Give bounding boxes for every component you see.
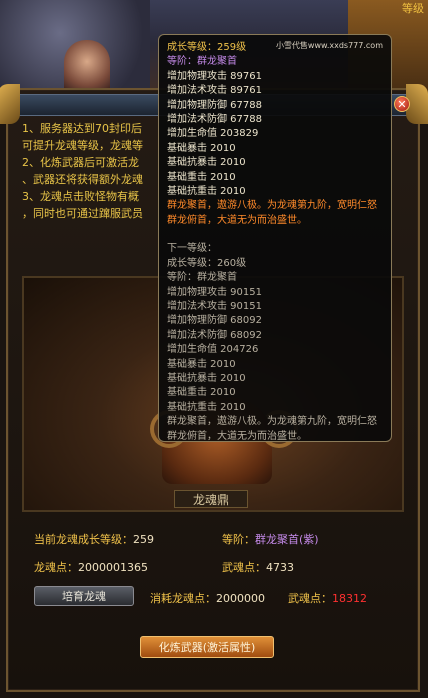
- tooltip-next-stat-row: 基础抗重击 2010: [167, 401, 246, 413]
- tooltip-stat-row: 增加法术攻击 89761: [167, 85, 262, 97]
- tooltip-current-stats: 成长等级：259级 等阶：群龙聚首 增加物理攻击 89761 增加法术攻击 89761…: [167, 41, 383, 199]
- cauldron-label: 龙魂鼎: [174, 490, 248, 508]
- tooltip-next-stat-row: 基础暴击 2010: [167, 358, 236, 370]
- tooltip-next-stat-row: 成长等级：260级: [167, 257, 247, 269]
- tooltip-next-header: 下一等级：: [167, 243, 217, 255]
- level-tooltip: 小雪代售www.xxds777.com 成长等级：259级 等阶：群龙聚首 增加物理…: [158, 34, 392, 442]
- tooltip-stat-row: 基础重击 2010: [167, 171, 236, 183]
- rank: 等阶：群龙聚首(紫): [222, 531, 319, 547]
- dragon-points-value: 2000001365: [78, 561, 148, 574]
- tooltip-next-stat-row: 等阶：群龙聚首: [167, 272, 237, 284]
- tooltip-next-description: 群龙聚首，遨游八极。为龙魂第九阶，宽明仁怒群龙俯首，大道无为而治盛世。: [167, 416, 377, 442]
- top-right-label: 等级: [402, 2, 424, 15]
- tooltip-next-stat-row: 增加法术攻击 90151: [167, 300, 262, 312]
- growth-level-value: 259: [133, 533, 154, 546]
- growth-level-label: 当前龙魂成长等级：: [34, 533, 133, 546]
- tooltip-stat-row: 等阶：群龙聚首: [167, 56, 237, 68]
- tooltip-next-stat-row: 基础抗暴击 2010: [167, 372, 246, 384]
- character-avatar: [64, 40, 110, 94]
- dragon-points: 龙魂点：2000001365: [34, 559, 148, 575]
- tooltip-next-stat-row: 增加生命值 204726: [167, 344, 259, 356]
- weapon-points-label: 武魂点：: [222, 561, 266, 574]
- weapon-points: 武魂点：4733: [222, 559, 294, 575]
- dragon-points-label: 龙魂点：: [34, 561, 78, 574]
- consume-label: 消耗龙魂点：: [150, 592, 216, 605]
- weapon-points-value: 4733: [266, 561, 294, 574]
- tooltip-stat-row: 增加物理防御 67788: [167, 99, 262, 111]
- growth-level: 当前龙魂成长等级：259: [34, 531, 154, 547]
- weapon-points2-label: 武魂点：: [288, 592, 332, 605]
- refine-weapon-button[interactable]: 化炼武器(激活属性): [140, 636, 274, 658]
- consume-value: 2000000: [216, 592, 265, 605]
- tooltip-stat-row: 基础抗重击 2010: [167, 186, 246, 198]
- tooltip-stat-row: 增加生命值 203829: [167, 128, 259, 140]
- weapon-points2-value: 18312: [332, 592, 367, 605]
- tooltip-next-stat-row: 增加物理攻击 90151: [167, 286, 262, 298]
- frame-ornament-left: [0, 84, 20, 124]
- consume-dragon-points: 消耗龙魂点：2000000: [150, 590, 265, 606]
- tooltip-next-stat-row: 增加物理防御 68092: [167, 315, 262, 327]
- tooltip-stat-row: 增加法术防御 67788: [167, 114, 262, 126]
- close-button[interactable]: ✕: [394, 96, 410, 112]
- tooltip-next-stat-row: 基础重击 2010: [167, 387, 236, 399]
- tooltip-current-description: 群龙聚首，遨游八极。为龙魂第九阶，宽明仁怒群龙俯首，大道无为而治盛世。: [167, 200, 377, 226]
- tooltip-next-stat-row: 增加法术防御 68092: [167, 329, 262, 341]
- tooltip-stat-row: 基础抗暴击 2010: [167, 157, 246, 169]
- tooltip-stat-row: 基础暴击 2010: [167, 142, 236, 154]
- rank-value: 群龙聚首(紫): [255, 533, 319, 546]
- tooltip-next-stats: 成长等级：260级 等阶：群龙聚首增加物理攻击 90151 增加法术攻击 90151…: [167, 257, 383, 415]
- train-dragon-soul-button[interactable]: 培育龙魂: [34, 586, 134, 606]
- rank-label: 等阶：: [222, 533, 255, 546]
- tooltip-stat-row: 增加物理攻击 89761: [167, 70, 262, 82]
- weapon-points-required: 武魂点：18312: [288, 590, 367, 606]
- watermark: 小雪代售www.xxds777.com: [275, 41, 383, 50]
